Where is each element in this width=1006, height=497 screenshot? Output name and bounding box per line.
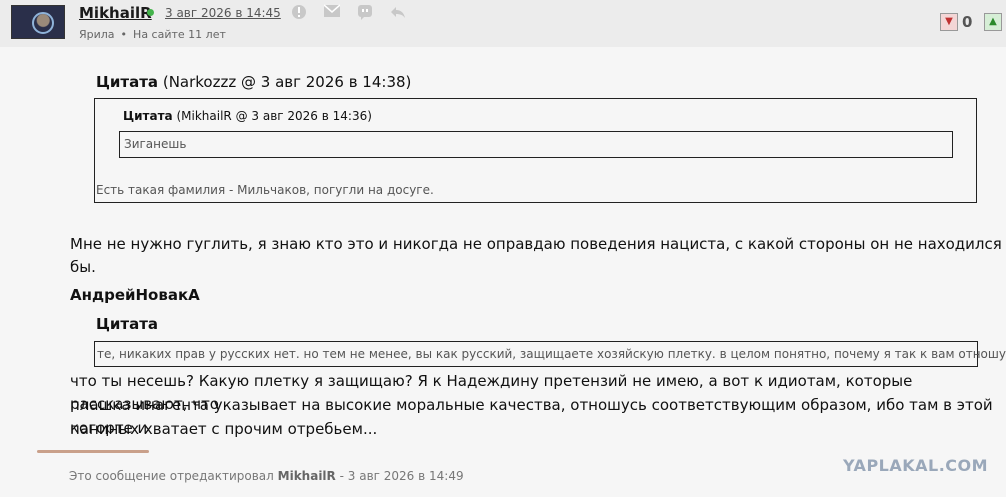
warning-icon[interactable]: [290, 4, 308, 22]
username-link[interactable]: MikhailR: [79, 4, 152, 22]
signature-divider: [37, 450, 149, 453]
quote1-meta: (Narkozzz @ 3 авг 2026 в 14:38): [162, 73, 412, 91]
post-date-link[interactable]: 3 авг 2026 в 14:45: [165, 6, 281, 20]
user-info: Ярила • На сайте 11 лет: [79, 28, 226, 41]
thumb-down-icon[interactable]: ▼: [940, 13, 958, 31]
quote-icon[interactable]: [356, 4, 374, 22]
quote1-inner-label: Цитата: [123, 109, 173, 123]
post-rating: ▼ 0 ▲: [938, 13, 1002, 33]
rating-value: 0: [962, 13, 973, 31]
quote1-text: Есть такая фамилия - Мильчаков, погугли …: [96, 183, 434, 197]
user-city: Ярила: [79, 28, 115, 41]
edited-prefix: Это сообщение отредактировал: [69, 469, 274, 483]
site-watermark: YAPLAKAL.COM: [843, 456, 989, 475]
quote1-label: Цитата: [96, 73, 159, 91]
quote2-box: те, никаких прав у русских нет. но тем н…: [94, 341, 1006, 367]
reply-icon[interactable]: [389, 4, 407, 22]
online-status-icon: [147, 9, 154, 16]
quote1-inner-meta: (MikhailR @ 3 авг 2026 в 14:36): [176, 109, 372, 123]
on-site-duration: На сайте 11 лет: [133, 28, 226, 41]
quote1-box: Цитата (MikhailR @ 3 авг 2026 в 14:36) З…: [94, 98, 977, 203]
reply1-text: Мне не нужно гуглить, я знаю кто это и н…: [70, 235, 1002, 276]
quote1-inner-title: Цитата (MikhailR @ 3 авг 2026 в 14:36): [123, 109, 372, 123]
edited-note: Это сообщение отредактировал MikhailR - …: [69, 469, 464, 483]
thumb-up-icon[interactable]: ▲: [984, 13, 1002, 31]
separator: •: [120, 28, 128, 41]
quote1-inner-box: Зиганешь: [119, 131, 953, 158]
author2-name: АндрейНовакА: [70, 286, 200, 304]
post-header: MikhailR 3 авг 2026 в 14:45 Ярила • На сай…: [0, 0, 1006, 47]
mail-icon[interactable]: [323, 4, 341, 22]
quote1-inner-text: Зиганешь: [124, 137, 187, 151]
avatar[interactable]: [11, 5, 65, 39]
edited-suffix: - 3 авг 2026 в 14:49: [339, 469, 464, 483]
reply2-line3: паниных хватает с прочим отребьем...: [70, 420, 378, 438]
quote2-title: Цитата: [96, 315, 158, 333]
quote1-title: Цитата (Narkozzz @ 3 авг 2026 в 14:38): [96, 73, 411, 91]
quote2-text: те, никаких прав у русских нет. но тем н…: [97, 347, 1006, 361]
edited-user: MikhailR: [277, 469, 336, 483]
quote2-label: Цитата: [96, 315, 159, 333]
